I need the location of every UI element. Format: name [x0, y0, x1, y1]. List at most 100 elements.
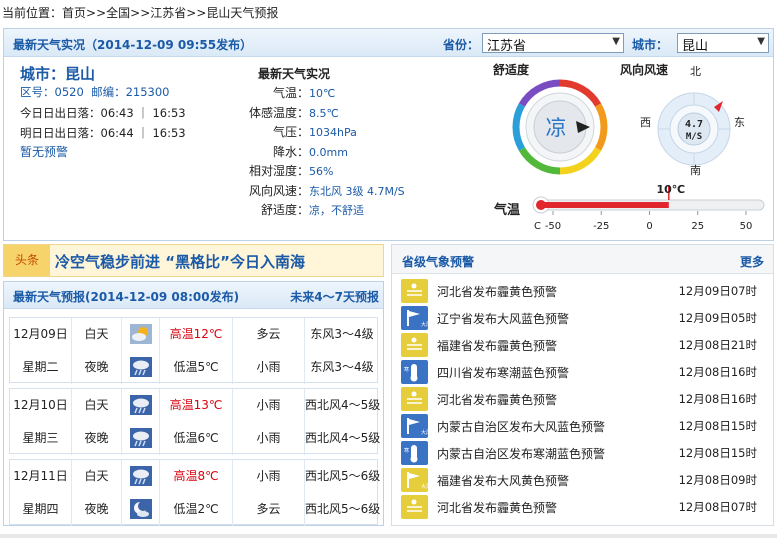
condition-row: 体感温度：8.5℃: [230, 104, 480, 121]
forecast-icon-cell: [122, 422, 160, 455]
forecast-panel: 最新天气预报(2014-12-09 08:00发布) 未来4～7天预报 12月0…: [3, 281, 384, 526]
warning-row[interactable]: 福建省发布霾黄色预警 12月08日21时: [401, 332, 767, 359]
forecast-period: 白天: [72, 460, 122, 493]
forecast-period: 白天: [72, 389, 122, 422]
condition-label: 气压：: [272, 125, 309, 139]
warning-row[interactable]: 大风 福建省发布大风黄色预警 12月08日09时: [401, 467, 767, 494]
warning-text[interactable]: 内蒙古自治区发布大风蓝色预警: [437, 418, 605, 435]
cold-wave-blue-icon: 寒: [401, 441, 428, 465]
condition-row: 相对湿度：56%: [230, 162, 480, 179]
city-select[interactable]: 昆山 ▼: [677, 33, 769, 54]
warning-row[interactable]: 大风 辽宁省发布大风蓝色预警 12月09日05时: [401, 305, 767, 332]
warning-text[interactable]: 河北省发布霾黄色预警: [437, 283, 557, 300]
forecast-temperature: 高温8℃: [160, 460, 233, 493]
breadcrumb-home-link[interactable]: 首页: [62, 6, 86, 20]
light-rain-icon: [130, 357, 152, 377]
condition-value: 东北风 3级 4.7M/S: [309, 184, 405, 198]
forecast-temperature: 高温12℃: [160, 318, 233, 351]
breadcrumb-prefix: 当前位置：: [2, 6, 63, 20]
condition-row: 气温：10℃: [230, 84, 480, 101]
light-rain-icon: [130, 395, 152, 415]
conditions-title: 最新天气实况: [258, 67, 331, 81]
forecast-period: 夜晚: [72, 351, 122, 384]
forecast-temperature: 高温13℃: [160, 389, 233, 422]
breadcrumb-province-link[interactable]: 江苏省: [150, 6, 186, 20]
compass-north: 北: [690, 65, 701, 78]
condition-value: 10℃: [309, 87, 336, 100]
forecast-wind: 东风3～4级: [310, 360, 374, 374]
forecast-more-link[interactable]: 未来4～7天预报: [290, 288, 379, 305]
svg-text:寒: 寒: [404, 366, 409, 373]
compass-south: 南: [690, 164, 701, 177]
warning-time: 12月08日15时: [678, 419, 757, 433]
forecast-period: 夜晚: [72, 422, 122, 455]
condition-value: 0.0mm: [309, 145, 348, 159]
horizontal-scrollbar[interactable]: [0, 534, 777, 538]
warning-text[interactable]: 河北省发布霾黄色预警: [437, 499, 557, 516]
warning-text[interactable]: 河北省发布霾黄色预警: [437, 391, 557, 408]
light-rain-icon: [130, 428, 152, 448]
forecast-weather: 小雨: [233, 460, 305, 493]
condition-value: 56%: [309, 165, 334, 178]
warning-row[interactable]: 河北省发布霾黄色预警 12月09日07时: [401, 278, 767, 305]
forecast-date: 12月10日: [10, 389, 72, 422]
forecast-temperature: 低温6℃: [160, 422, 233, 455]
warning-row[interactable]: 河北省发布霾黄色预警 12月08日16时: [401, 386, 767, 413]
temperature-tick-label: 50: [740, 221, 753, 232]
condition-label: 体感温度：: [248, 105, 309, 120]
breadcrumb-national-link[interactable]: 全国: [106, 6, 130, 20]
comfort-title: 舒适度: [493, 63, 530, 77]
compass-west: 西: [640, 116, 651, 129]
city-label: 城市：: [632, 38, 669, 52]
comfort-value: 凉: [546, 116, 567, 140]
haze-yellow-icon: [401, 279, 428, 303]
forecast-icon-cell: [122, 318, 160, 351]
warning-row[interactable]: 大风 内蒙古自治区发布大风蓝色预警 12月08日15时: [401, 413, 767, 440]
headline-text[interactable]: 冷空气稳步前进 “黑格比”今日入南海: [55, 251, 305, 272]
temperature-tick-label: 0: [646, 221, 652, 232]
forecast-weekday: 星期二: [10, 351, 72, 384]
forecast-wind: 西北风4～5级: [305, 398, 381, 412]
forecast-day: 12月11日 白天 高温8℃ 小雨 西北风5～6级 星期四 夜晚 低温2℃ 多云 西北风5～6级: [9, 459, 381, 526]
haze-yellow-icon: [401, 495, 428, 519]
forecast-weather: 多云: [233, 493, 305, 526]
warning-text[interactable]: 内蒙古自治区发布寒潮蓝色预警: [437, 445, 605, 462]
warning-time: 12月09日07时: [678, 284, 757, 298]
svg-text:寒: 寒: [404, 447, 409, 454]
headline-tag: 头条: [4, 245, 50, 276]
headline-bar[interactable]: 头条 冷空气稳步前进 “黑格比”今日入南海: [3, 244, 384, 277]
temperature-tick-label: -50: [545, 221, 561, 232]
province-label: 省份：: [443, 38, 480, 52]
forecast-temperature: 低温2℃: [160, 493, 233, 526]
city-select-value: 昆山: [682, 39, 709, 54]
warning-text[interactable]: 福建省发布霾黄色预警: [437, 337, 557, 354]
live-weather-header: 最新天气实况（2014-12-09 09:55发布） 省份： 江苏省 ▼ 城市：…: [4, 29, 773, 57]
warning-text[interactable]: 四川省发布寒潮蓝色预警: [437, 364, 569, 381]
province-select[interactable]: 江苏省 ▼: [482, 33, 624, 54]
forecast-icon-cell: [122, 493, 160, 526]
svg-text:大风: 大风: [421, 483, 428, 490]
warning-text[interactable]: 福建省发布大风黄色预警: [437, 472, 569, 489]
forecast-temperature: 低温5℃: [160, 351, 233, 384]
compass-east: 东: [734, 116, 745, 129]
forecast-wind: 西北风5～6级: [305, 469, 381, 483]
condition-row: 风向风速：东北风 3级 4.7M/S: [230, 182, 480, 199]
gale-blue-icon: 大风: [401, 414, 431, 438]
warning-time: 12月08日09时: [678, 473, 757, 487]
warning-time: 12月08日21时: [678, 338, 757, 352]
forecast-icon-cell: [122, 389, 160, 422]
gale-yellow-icon: 大风: [401, 468, 431, 492]
warning-text[interactable]: 辽宁省发布大风蓝色预警: [437, 310, 569, 327]
warnings-title: 省级气象预警: [402, 255, 475, 269]
forecast-weather: 小雨: [233, 422, 305, 455]
warning-time: 12月08日15时: [678, 446, 757, 460]
temperature-title: 气温: [494, 203, 521, 218]
forecast-header: 最新天气预报(2014-12-09 08:00发布) 未来4～7天预报: [4, 282, 383, 309]
condition-row: 降水：0.0mm: [230, 143, 480, 160]
warnings-more-link[interactable]: 更多: [740, 253, 764, 270]
forecast-icon-cell: [122, 460, 160, 493]
warning-row[interactable]: 河北省发布霾黄色预警 12月08日07时: [401, 494, 767, 521]
wind-title: 风向风速: [620, 63, 669, 77]
warning-row[interactable]: 寒 内蒙古自治区发布寒潮蓝色预警 12月08日15时: [401, 440, 767, 467]
warning-row[interactable]: 寒 四川省发布寒潮蓝色预警 12月08日16时: [401, 359, 767, 386]
